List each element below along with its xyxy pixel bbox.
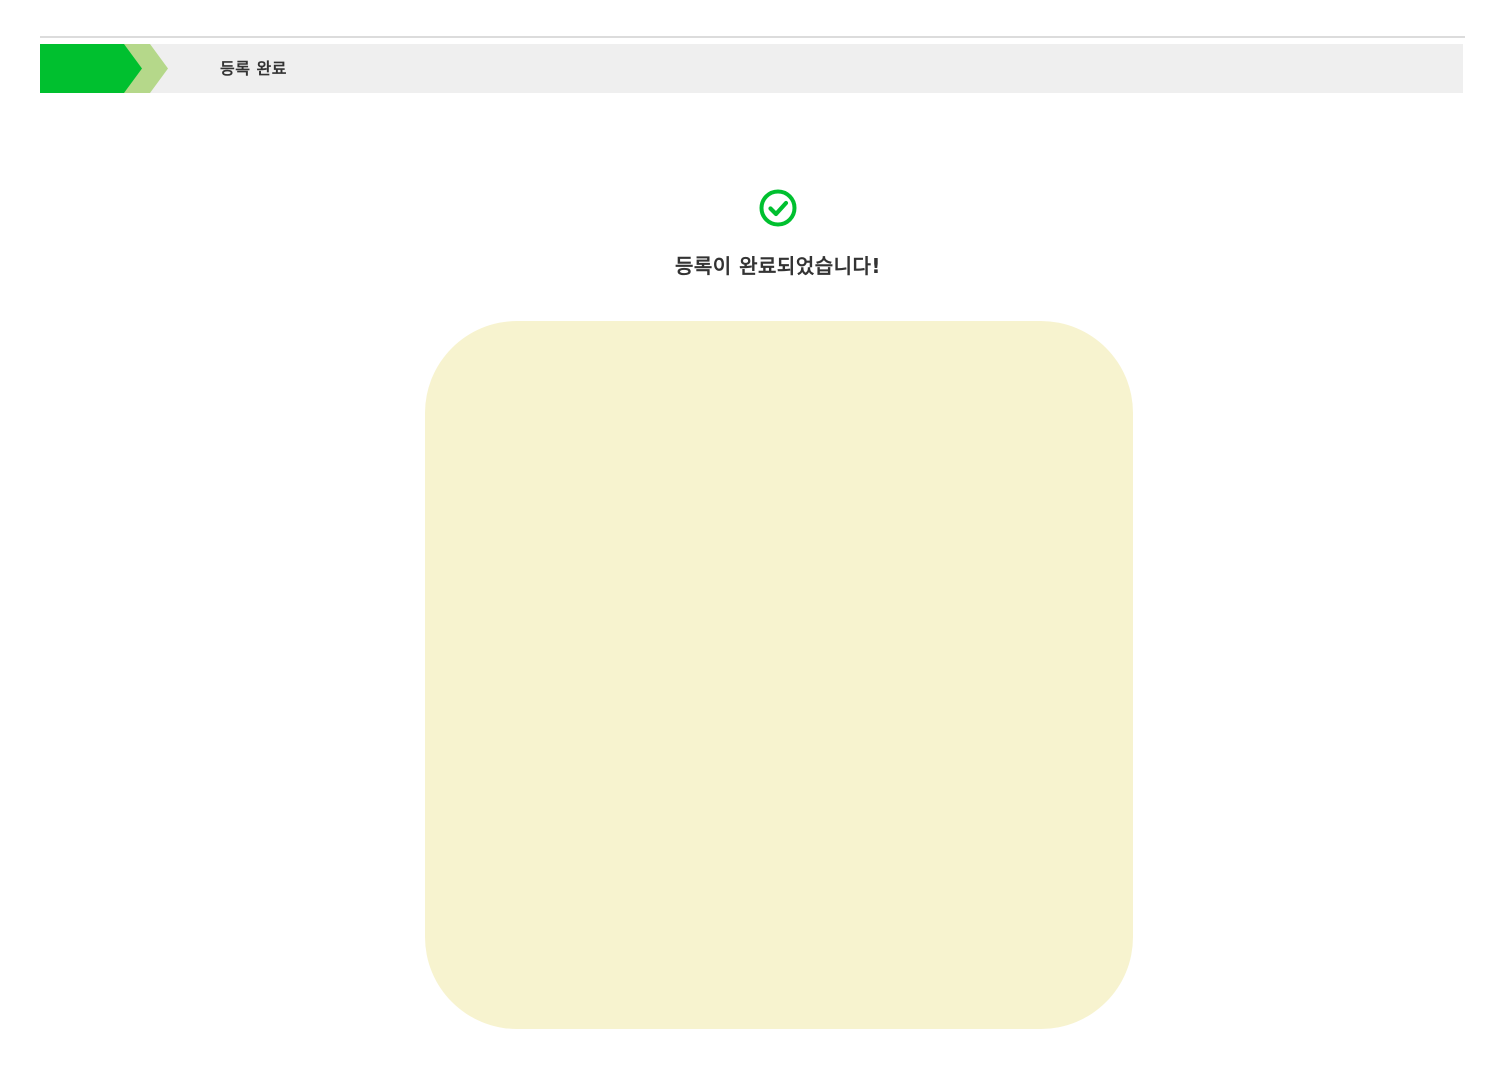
content-panel bbox=[425, 321, 1133, 1029]
step-arrow-icon bbox=[40, 44, 168, 93]
step-header-bar: 등록 완료 bbox=[40, 44, 1463, 93]
step-title: 등록 완료 bbox=[220, 59, 287, 78]
check-circle-icon bbox=[759, 189, 797, 227]
registration-complete-page: 등록 완료 등록이 완료되었습니다! bbox=[0, 0, 1500, 1080]
success-message: 등록이 완료되었습니다! bbox=[674, 254, 882, 278]
top-divider bbox=[40, 36, 1465, 38]
